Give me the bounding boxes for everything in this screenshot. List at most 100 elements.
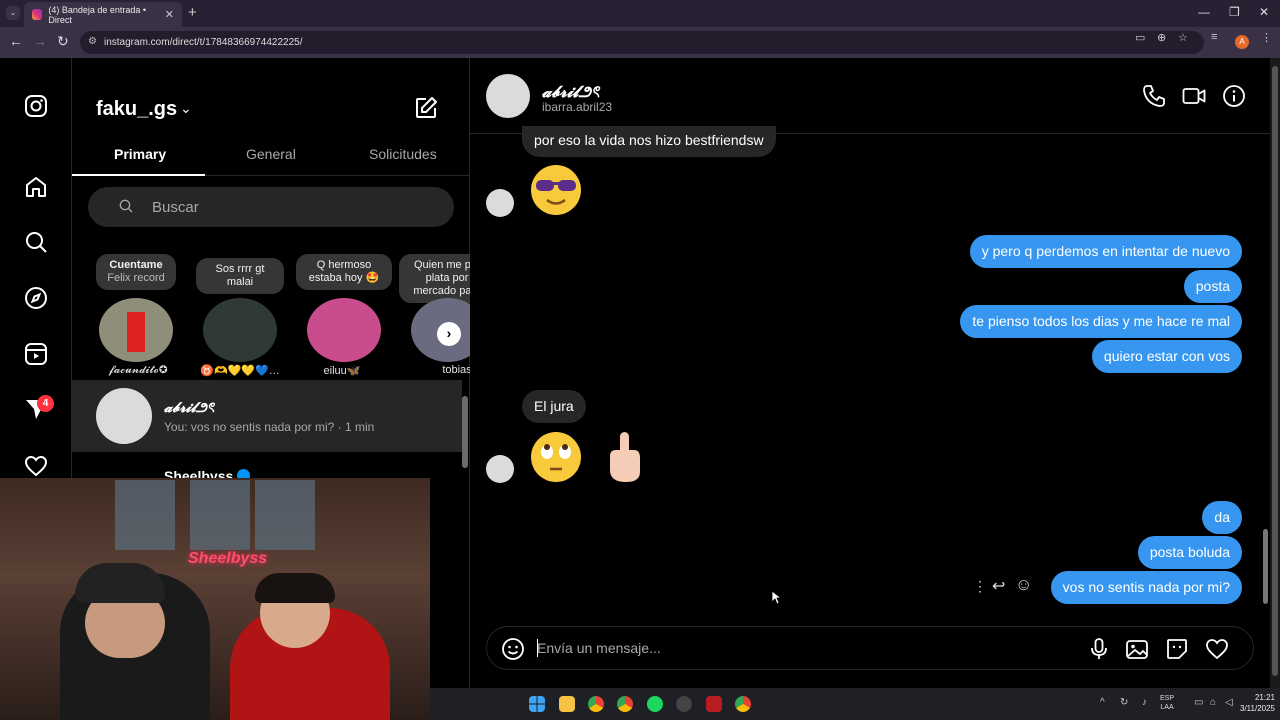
react-emoji-icon[interactable]: ☺ xyxy=(1015,575,1032,595)
sunglasses-emoji-icon[interactable] xyxy=(530,164,582,216)
windows-start-icon[interactable] xyxy=(529,696,545,712)
heart-icon[interactable] xyxy=(1205,637,1229,661)
message-sent[interactable]: y pero q perdemos en intentar de nuevo xyxy=(969,235,1242,268)
message-sent[interactable]: posta boluda xyxy=(1137,536,1242,569)
site-info-icon[interactable]: ⚙ xyxy=(88,36,97,47)
reels-icon[interactable] xyxy=(24,342,48,366)
instagram-favicon-icon xyxy=(32,9,43,20)
avatar xyxy=(486,189,514,217)
windows-taskbar: ^ ↻ ♪ ESP LAA ▭ ⌂ ◁ 21:21 3/11/2025 xyxy=(430,688,1280,720)
new-tab-button[interactable]: + xyxy=(188,4,197,21)
image-upload-icon[interactable] xyxy=(1125,637,1149,661)
tray-mic-icon[interactable]: ♪ xyxy=(1142,697,1147,708)
message-sent[interactable]: quiero estar con vos xyxy=(1091,340,1242,373)
address-bar[interactable]: ⚙ instagram.com/direct/t/178483669744222… xyxy=(80,31,1204,54)
file-explorer-icon[interactable] xyxy=(559,696,575,712)
avatar xyxy=(96,388,152,444)
lang-code: ESP xyxy=(1160,695,1175,702)
tray-display-icon[interactable]: ▭ xyxy=(1194,697,1203,708)
notifications-badge: 4 xyxy=(37,395,54,412)
note-bubble: Q hermoso estaba hoy 🤩 xyxy=(296,254,392,290)
middle-finger-emoji-icon[interactable] xyxy=(602,430,646,484)
page-scrollbar[interactable] xyxy=(1272,66,1278,676)
message-sent[interactable]: vos no sentis nada por mi? xyxy=(1050,571,1242,604)
chat-scrollbar[interactable] xyxy=(1263,529,1268,604)
obs-icon[interactable] xyxy=(676,696,692,712)
chrome-profile-icon[interactable] xyxy=(617,696,633,712)
close-window-button[interactable]: ✕ xyxy=(1259,5,1269,19)
tab-title: (4) Bandeja de entrada • Direct xyxy=(48,4,147,25)
browser-menu-icon[interactable]: ⋮ xyxy=(1261,31,1272,44)
restore-button[interactable]: ❐ xyxy=(1229,5,1240,19)
poster-image xyxy=(190,480,250,550)
conversation-row-active[interactable]: 𝓪𝓫𝓻𝓲𝓵౨ৎ You: vos no sentis nada por mi? … xyxy=(72,380,462,452)
spotify-icon[interactable] xyxy=(647,696,663,712)
chevron-down-icon[interactable]: ⌄ xyxy=(180,100,192,117)
conversation-name: 𝓪𝓫𝓻𝓲𝓵౨ৎ xyxy=(164,399,215,415)
browser-tab[interactable]: (4) Bandeja de entrada • Direct ✕ xyxy=(24,2,182,27)
browser-tab-strip: ⌄ (4) Bandeja de entrada • Direct ✕ + — … xyxy=(0,0,1280,27)
reading-list-icon[interactable]: ≡ xyxy=(1211,31,1217,43)
message-placeholder: Envía un mensaje... xyxy=(537,640,661,656)
person-right-hair xyxy=(255,573,335,603)
reply-icon[interactable]: ↩ xyxy=(992,576,1005,596)
heart-icon[interactable] xyxy=(24,454,48,478)
compose-icon[interactable] xyxy=(414,96,438,120)
mouse-cursor-icon xyxy=(772,591,782,605)
zoom-icon[interactable]: ⊕ xyxy=(1157,31,1166,44)
search-icon[interactable] xyxy=(24,230,48,254)
chat-header: 𝓪𝓫𝓻𝓲𝓵౨ৎ ibarra.abril23 xyxy=(470,58,1270,134)
chrome-active-icon[interactable] xyxy=(735,696,751,712)
minimize-button[interactable]: — xyxy=(1198,5,1210,19)
more-options-icon[interactable]: ⋮ xyxy=(973,578,987,595)
eye-roll-emoji-icon[interactable] xyxy=(530,431,582,483)
message-input[interactable]: Envía un mensaje... xyxy=(486,626,1254,670)
message-received[interactable]: por eso la vida nos hizo bestfriendsw xyxy=(522,126,776,157)
reload-button[interactable]: ↻ xyxy=(57,33,69,50)
inbox-tabs: Primary General Solicitudes xyxy=(72,142,470,176)
tab-close-icon[interactable]: ✕ xyxy=(165,8,174,21)
tray-network-icon[interactable]: ⌂ xyxy=(1210,697,1216,708)
account-username[interactable]: faku_.gs xyxy=(96,98,177,121)
language-indicator[interactable]: ESP LAA xyxy=(1160,694,1174,712)
message-sent[interactable]: da xyxy=(1202,501,1242,534)
forward-button[interactable]: → xyxy=(33,33,47,49)
message-sent[interactable]: te pienso todos los dias y me hace re ma… xyxy=(960,305,1242,338)
search-input[interactable]: Buscar xyxy=(88,187,454,227)
chrome-icon[interactable] xyxy=(588,696,604,712)
profile-avatar[interactable]: A xyxy=(1235,35,1249,49)
note-username: eiluu🦋 xyxy=(323,365,361,377)
back-button[interactable]: ← xyxy=(9,33,23,49)
home-icon[interactable] xyxy=(24,175,48,199)
sticker-icon[interactable] xyxy=(1165,637,1189,661)
chat-contact-username: ibarra.abril23 xyxy=(542,100,613,114)
explore-icon[interactable] xyxy=(24,286,48,310)
tab-requests[interactable]: Solicitudes xyxy=(369,146,437,162)
tray-chevron-icon[interactable]: ^ xyxy=(1100,697,1105,708)
microphone-icon[interactable] xyxy=(1087,637,1111,661)
tray-sync-icon[interactable]: ↻ xyxy=(1120,697,1128,708)
active-tab-indicator xyxy=(72,174,205,176)
message-received[interactable]: El jura xyxy=(522,390,586,423)
avatar[interactable] xyxy=(486,74,530,118)
poster-image xyxy=(255,480,315,550)
tray-volume-icon[interactable]: ◁ xyxy=(1225,697,1233,708)
app-red-icon[interactable] xyxy=(706,696,722,712)
emoji-picker-icon[interactable] xyxy=(501,637,525,661)
tab-primary[interactable]: Primary xyxy=(114,146,166,162)
clock[interactable]: 21:21 3/11/2025 xyxy=(1240,692,1275,714)
avatar xyxy=(307,298,381,362)
inbox-scrollbar[interactable] xyxy=(462,396,468,468)
tab-general[interactable]: General xyxy=(246,146,296,162)
video-call-icon[interactable] xyxy=(1182,84,1206,108)
cast-icon[interactable]: ▭ xyxy=(1135,31,1145,44)
message-sent[interactable]: posta xyxy=(1183,270,1242,303)
instagram-icon[interactable] xyxy=(24,94,48,118)
notes-row: Cuentame Felix record 𝓯𝓪𝓬𝓾𝓷𝓭𝓲𝓽𝓸✪ Sos rrr… xyxy=(72,254,470,380)
tab-search-button[interactable]: ⌄ xyxy=(6,6,20,20)
info-icon[interactable] xyxy=(1222,84,1246,108)
clock-date: 3/11/2025 xyxy=(1240,704,1275,713)
phone-call-icon[interactable] xyxy=(1142,84,1166,108)
bookmark-star-icon[interactable]: ☆ xyxy=(1178,31,1188,44)
notes-next-button[interactable]: › xyxy=(437,322,461,346)
